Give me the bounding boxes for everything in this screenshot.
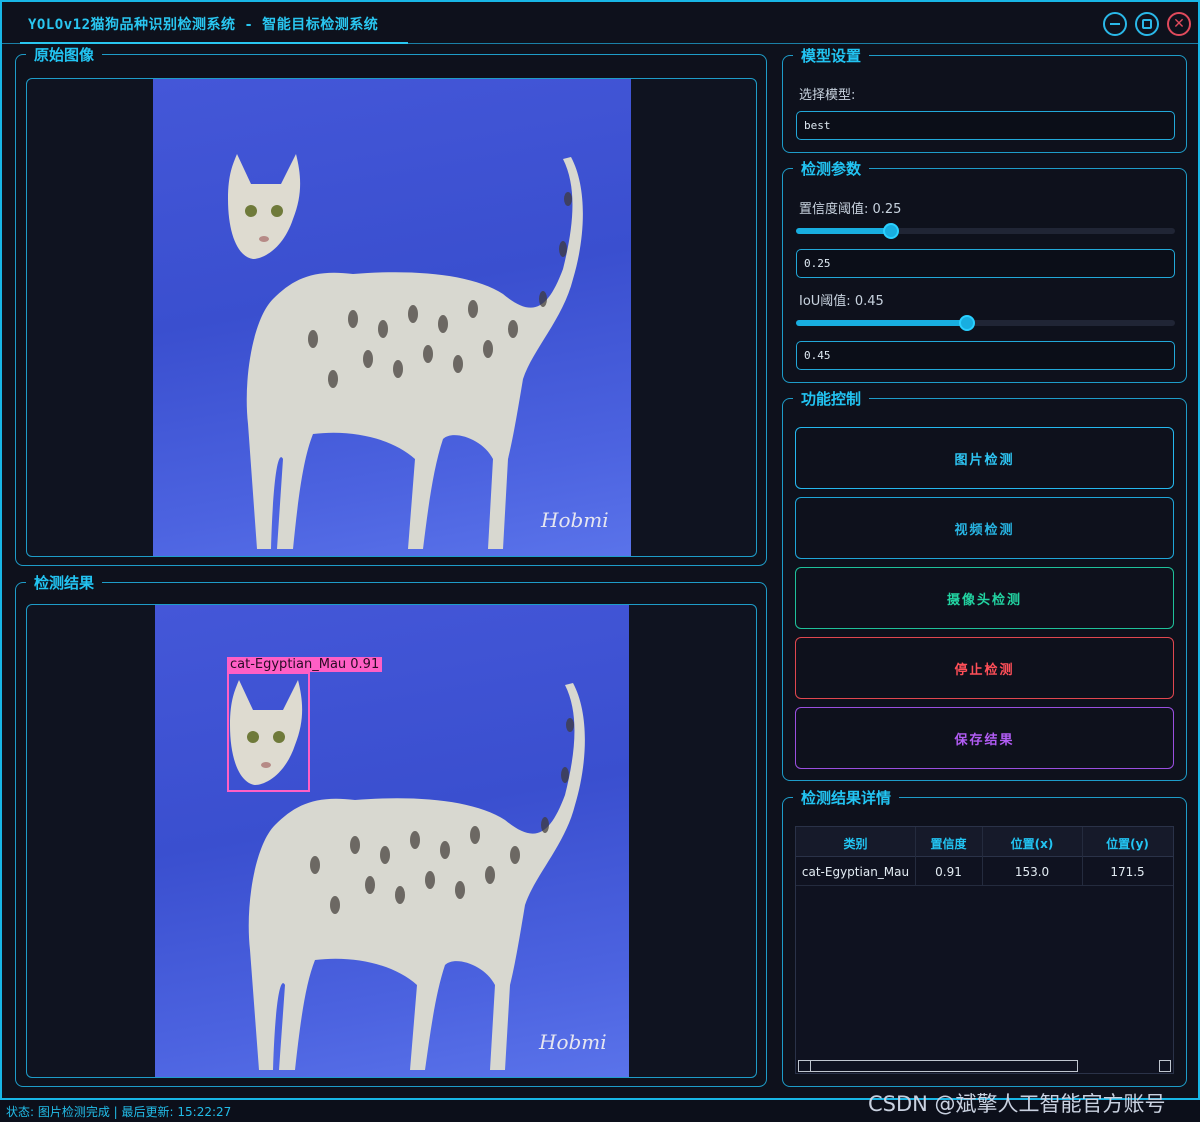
column-header-class[interactable]: 类别	[796, 835, 915, 852]
iou-slider-handle[interactable]	[958, 315, 975, 331]
video-detect-button[interactable]: 视频检测	[795, 497, 1174, 559]
result-image-frame: Hobmi cat-Egyptian_Mau 0.91	[26, 604, 757, 1078]
title-bar[interactable]: YOLOv12猫狗品种识别检测系统 - 智能目标检测系统 ✕	[2, 2, 1198, 44]
detection-label: cat-Egyptian_Mau 0.91	[227, 657, 383, 672]
column-header-y[interactable]: 位置(y)	[1082, 835, 1173, 852]
close-button[interactable]: ✕	[1167, 12, 1191, 36]
cell-x: 153.0	[1014, 865, 1050, 879]
column-header-confidence[interactable]: 置信度	[915, 835, 982, 852]
maximize-icon	[1142, 19, 1152, 29]
function-control-group: 功能控制 图片检测 视频检测 摄像头检测 停止检测 保存结果	[782, 388, 1187, 781]
window-title: YOLOv12猫狗品种识别检测系统 - 智能目标检测系统	[28, 17, 379, 33]
model-settings-group: 模型设置 选择模型: best	[782, 45, 1187, 153]
csdn-watermark: CSDN @斌擎人工智能官方账号	[868, 1092, 1166, 1116]
detection-params-legend: 检测参数	[793, 158, 870, 179]
model-settings-legend: 模型设置	[793, 45, 870, 66]
minimize-button[interactable]	[1103, 12, 1127, 36]
column-header-x[interactable]: 位置(x)	[982, 835, 1082, 852]
cell-confidence: 0.91	[935, 865, 962, 879]
detection-details-group: 检测结果详情 类别 置信度 位置(x) 位置(y) cat-Egyptian_M…	[782, 787, 1187, 1087]
confidence-threshold-label: 置信度阈值: 0.25	[799, 202, 902, 217]
original-image-group: 原始图像 Hobmi	[15, 44, 767, 566]
status-bar: 状态: 图片检测完成 | 最后更新: 15:22:27	[6, 1105, 232, 1119]
iou-input[interactable]: 0.45	[796, 341, 1175, 370]
cell-class: cat-Egyptian_Mau	[801, 865, 910, 879]
table-header: 类别 置信度 位置(x) 位置(y)	[796, 827, 1173, 857]
function-control-legend: 功能控制	[793, 388, 870, 409]
detection-details-legend: 检测结果详情	[793, 787, 900, 808]
stop-detect-button[interactable]: 停止检测	[795, 637, 1174, 699]
detection-bounding-box	[227, 672, 310, 792]
scrollbar-thumb[interactable]	[799, 1061, 811, 1071]
save-result-button[interactable]: 保存结果	[795, 707, 1174, 769]
iou-threshold-label: IoU阈值: 0.45	[799, 294, 884, 309]
detection-result-legend: 检测结果	[26, 572, 103, 593]
camera-detect-button[interactable]: 摄像头检测	[795, 567, 1174, 629]
confidence-slider[interactable]	[796, 223, 1175, 239]
close-icon: ✕	[1173, 16, 1185, 32]
original-image: Hobmi	[153, 79, 631, 556]
horizontal-scrollbar[interactable]	[798, 1060, 1078, 1072]
iou-slider-fill	[796, 320, 967, 326]
model-select[interactable]: best	[796, 111, 1175, 140]
results-table: 类别 置信度 位置(x) 位置(y) cat-Egyptian_Mau 0.91…	[795, 826, 1174, 1074]
photo-watermark: Hobmi	[540, 508, 609, 532]
select-model-label: 选择模型:	[799, 88, 856, 103]
row-divider	[796, 885, 1173, 886]
result-photo-watermark: Hobmi	[538, 1030, 607, 1054]
detection-result-group: 检测结果 Hobmi cat-Egyptian_Mau 0.91	[15, 572, 767, 1087]
detection-params-group: 检测参数 置信度阈值: 0.25 0.25 IoU阈值: 0.45 0.45	[782, 158, 1187, 383]
minimize-icon	[1110, 23, 1120, 25]
iou-slider[interactable]	[796, 315, 1175, 331]
cell-y: 171.5	[1110, 865, 1145, 879]
confidence-slider-fill	[796, 228, 891, 234]
image-detect-button[interactable]: 图片检测	[795, 427, 1174, 489]
original-image-legend: 原始图像	[26, 44, 103, 65]
confidence-slider-handle[interactable]	[882, 223, 899, 239]
maximize-button[interactable]	[1135, 12, 1159, 36]
cat-illustration: Hobmi	[228, 154, 609, 549]
app-window: YOLOv12猫狗品种识别检测系统 - 智能目标检测系统 ✕ 原始图像 Hobm…	[0, 0, 1200, 1100]
scrollbar-corner	[1159, 1060, 1171, 1072]
original-image-frame: Hobmi	[26, 78, 757, 557]
confidence-input[interactable]: 0.25	[796, 249, 1175, 278]
